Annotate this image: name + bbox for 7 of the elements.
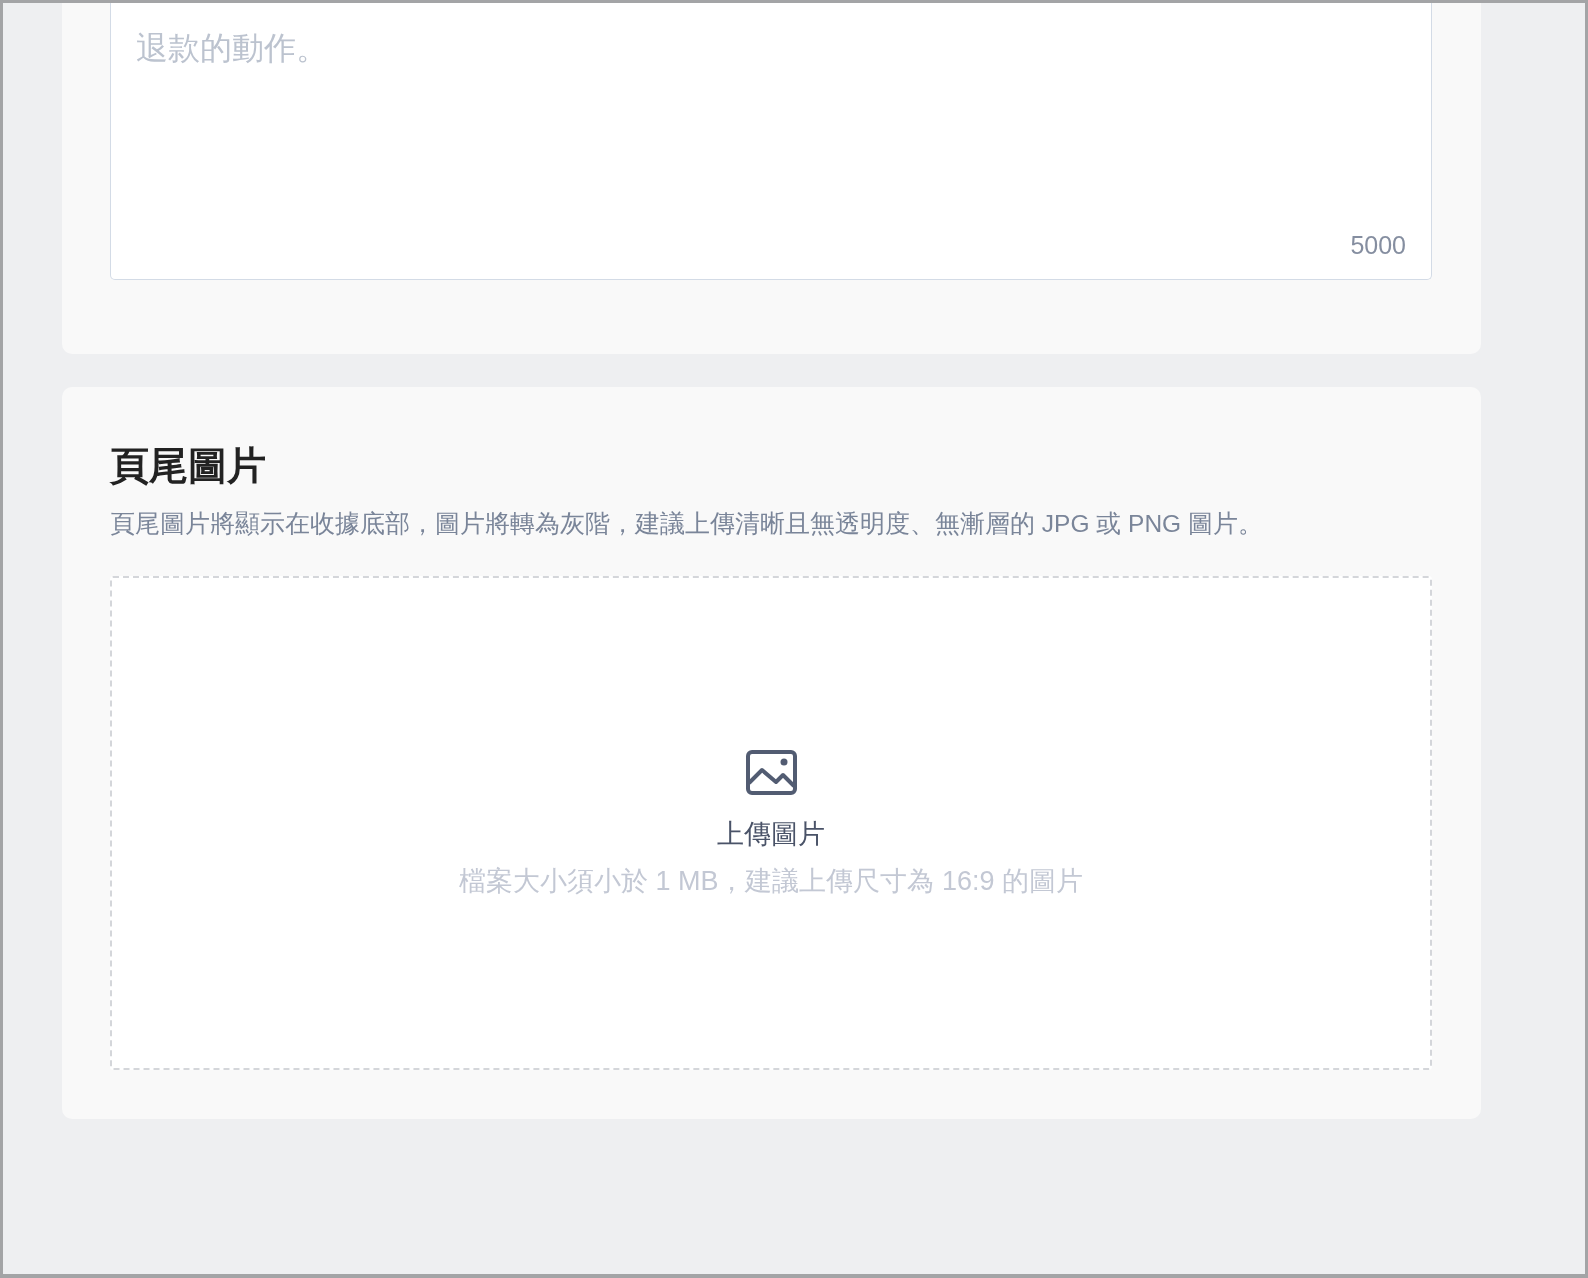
upload-dropzone[interactable]: 上傳圖片 檔案大小須小於 1 MB，建議上傳尺寸為 16:9 的圖片 [110, 576, 1432, 1070]
section-title: 頁尾圖片 [110, 444, 267, 488]
image-icon [745, 749, 797, 795]
character-counter: 5000 [1350, 233, 1406, 258]
section-description: 頁尾圖片將顯示在收據底部，圖片將轉為灰階，建議上傳清晰且無透明度、無漸層的 JPG 或 PNG 圖片。 [110, 509, 1264, 539]
upload-label: 上傳圖片 [717, 817, 825, 851]
upload-hint: 檔案大小須小於 1 MB，建議上傳尺寸為 16:9 的圖片 [458, 864, 1084, 897]
